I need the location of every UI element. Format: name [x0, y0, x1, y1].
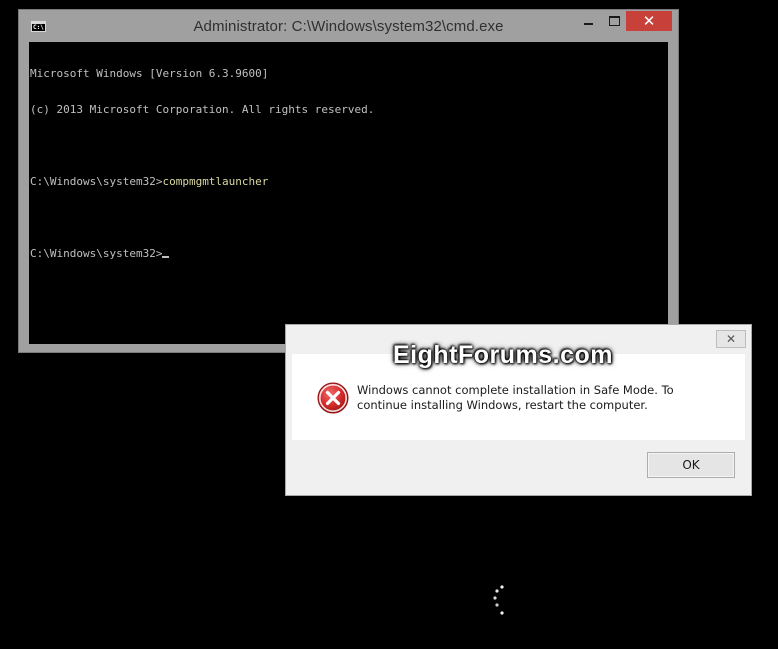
console-line-version: Microsoft Windows [Version 6.3.9600] [30, 67, 269, 80]
console-prompt: C:\Windows\system32> [30, 247, 163, 260]
close-icon: ✕ [725, 332, 737, 346]
minimize-button[interactable] [575, 11, 601, 31]
console-line-copyright: (c) 2013 Microsoft Corporation. All righ… [30, 103, 375, 116]
text-cursor [162, 256, 170, 258]
console-output[interactable]: Microsoft Windows [Version 6.3.9600] (c)… [29, 42, 668, 344]
watermark-logo: EightForums.com [393, 341, 614, 369]
minimize-icon [583, 23, 593, 25]
cmd-window[interactable]: C:\ Administrator: C:\Windows\system32\c… [18, 9, 679, 353]
error-icon [317, 382, 349, 414]
close-icon: ✕ [642, 12, 656, 30]
maximize-icon [608, 16, 620, 26]
dialog-close-button[interactable]: ✕ [716, 330, 746, 348]
console-prompt: C:\Windows\system32> [30, 175, 163, 188]
desktop-screen: C:\ Administrator: C:\Windows\system32\c… [0, 0, 778, 649]
console-line-prompt[interactable]: C:\Windows\system32> [30, 248, 668, 260]
close-button[interactable]: ✕ [626, 11, 672, 31]
loading-spinner-icon [493, 585, 504, 615]
maximize-button[interactable] [601, 11, 627, 31]
cmd-titlebar[interactable]: C:\ Administrator: C:\Windows\system32\c… [19, 10, 678, 43]
console-line-command: C:\Windows\system32>compmgmtlauncher [30, 176, 668, 188]
console-command: compmgmtlauncher [162, 175, 269, 188]
dialog-message: Windows cannot complete installation in … [357, 383, 674, 412]
ok-button[interactable]: OK [647, 452, 735, 478]
